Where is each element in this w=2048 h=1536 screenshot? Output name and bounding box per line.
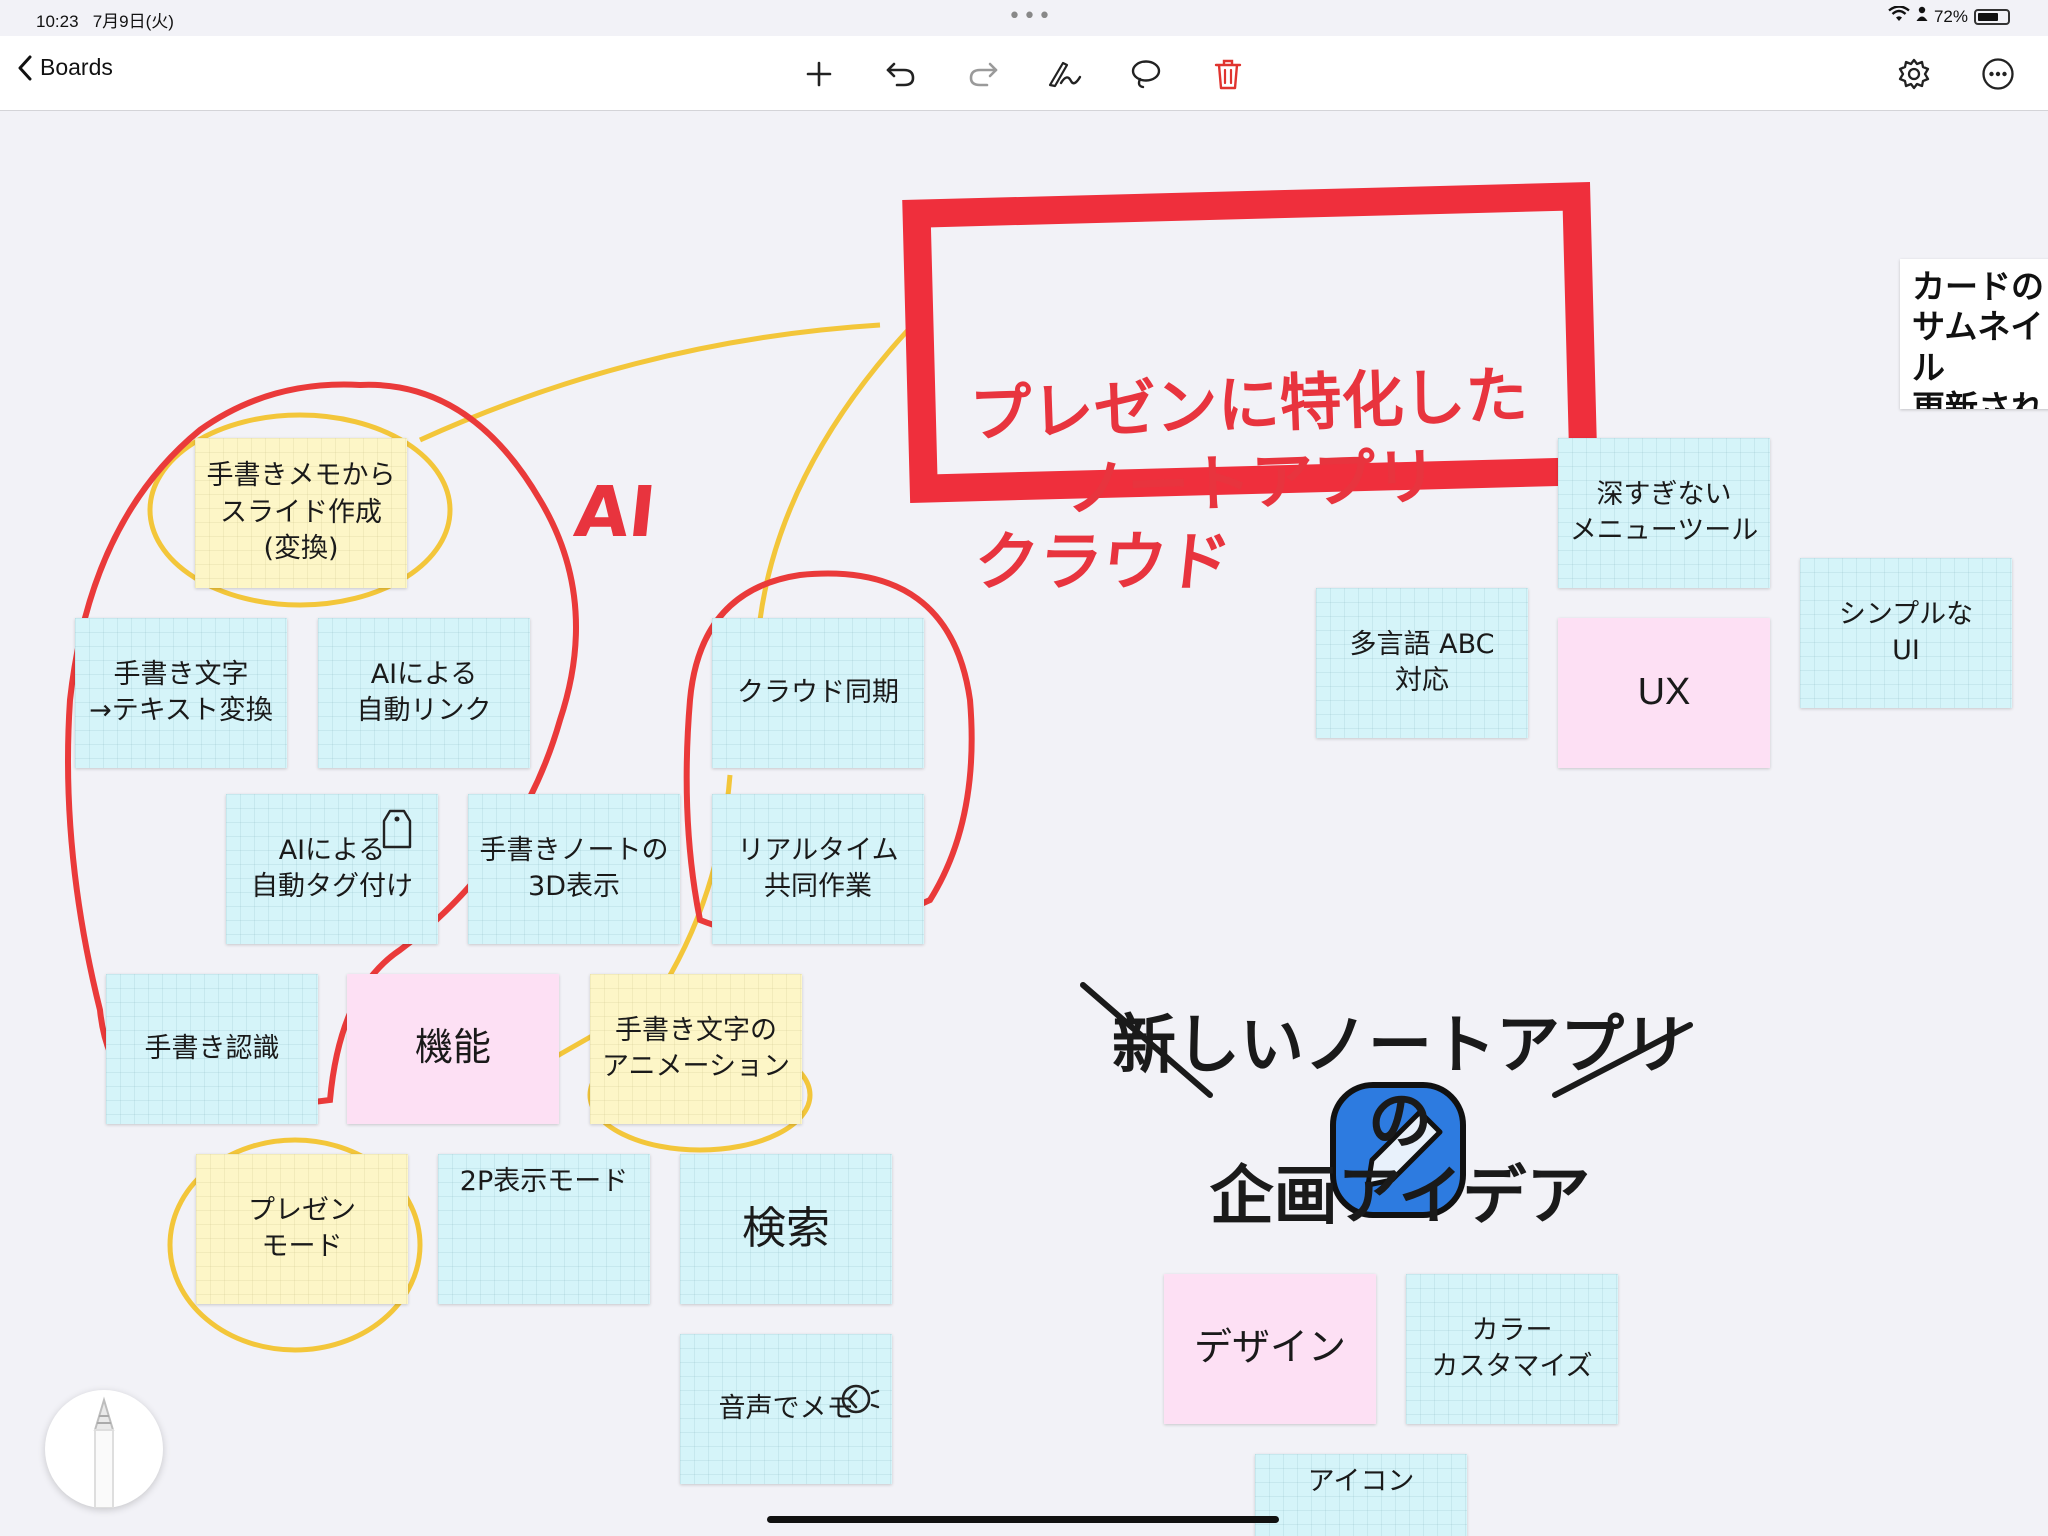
undo-icon — [886, 62, 915, 87]
sticky-note[interactable]: デザイン — [1164, 1274, 1376, 1424]
sticky-note[interactable]: 手書き文字 →テキスト変換 — [75, 618, 287, 768]
redo-button[interactable] — [961, 52, 1005, 96]
lasso-button[interactable] — [1124, 52, 1168, 96]
undo-button[interactable] — [879, 52, 923, 96]
side-note-card[interactable]: カードの サムネイル 更新され — [1900, 259, 2048, 409]
sticky-note[interactable]: 手書きノートの 3D表示 — [468, 794, 680, 944]
pencil-icon — [93, 1396, 115, 1509]
tag-icon — [382, 809, 412, 849]
battery-percent: 72% — [1933, 6, 1968, 26]
status-right: 72% — [1888, 5, 2010, 27]
settings-button[interactable] — [1892, 52, 1936, 96]
wifi-icon — [1888, 5, 1910, 27]
pen-icon — [1048, 61, 1082, 88]
sticky-note[interactable]: 検索 — [680, 1154, 892, 1304]
pencil-palette-button[interactable] — [45, 1390, 163, 1509]
trash-icon — [1214, 59, 1242, 90]
sticky-note[interactable]: カラー カスタマイズ — [1406, 1274, 1618, 1424]
delete-button[interactable] — [1206, 52, 1250, 96]
board-heading: 新しいノートアプリの 企画アイデア — [1112, 1009, 1688, 1235]
sticky-note[interactable]: AIによる 自動リンク — [318, 618, 530, 768]
chevron-left-icon — [18, 55, 32, 80]
sticky-note[interactable]: 深すぎない メニューツール — [1558, 438, 1770, 588]
sticky-note[interactable]: シンプルな UI — [1800, 558, 2012, 708]
home-indicator[interactable] — [767, 1516, 1279, 1523]
sticky-note[interactable]: 手書きメモから スライド作成 (変換) — [195, 438, 407, 588]
gear-icon — [1898, 58, 1930, 90]
person-icon — [1916, 6, 1928, 27]
board-canvas[interactable]: プレゼンに特化した ノートアプリ AI クラウド 新しいノートアプリの 企画アイ… — [0, 111, 2048, 1536]
label-cloud: クラウド — [970, 526, 1235, 600]
redo-icon — [969, 62, 998, 87]
sticky-note[interactable]: リアルタイム 共同作業 — [712, 794, 924, 944]
toolbar: Boards — [0, 36, 2048, 111]
more-button[interactable] — [1976, 52, 2020, 96]
ink-yellow-line-ai — [418, 322, 881, 443]
multitasking-dots[interactable]: ••• — [1008, 4, 1053, 29]
sticky-note[interactable]: プレゼン モード — [196, 1154, 408, 1304]
sticky-note[interactable]: 機能 — [347, 974, 559, 1124]
sticky-note[interactable]: クラウド同期 — [712, 618, 924, 768]
lasso-icon — [1131, 60, 1161, 89]
status-time: 10:23 7月9日(火) — [36, 12, 174, 31]
sticky-note[interactable]: 手書き文字の アニメーション — [590, 974, 802, 1124]
voice-icon — [841, 1384, 880, 1414]
title-box-text: プレゼンに特化した ノートアプリ — [968, 358, 1529, 525]
battery-level — [1978, 12, 1998, 21]
sticky-note[interactable]: UX — [1558, 618, 1770, 768]
sticky-note[interactable]: 2P表示モード — [438, 1154, 650, 1304]
back-label: Boards — [40, 54, 113, 80]
label-ai: AI — [570, 471, 660, 553]
sticky-note[interactable]: 手書き認識 — [106, 974, 318, 1124]
sticky-note[interactable]: 多言語 ABC 対応 — [1316, 588, 1528, 738]
sticky-note[interactable]: アイコン — [1255, 1454, 1467, 1536]
pen-tool-button[interactable] — [1043, 52, 1087, 96]
back-button[interactable]: Boards — [18, 54, 113, 81]
add-button[interactable] — [797, 52, 841, 96]
plus-icon — [806, 61, 832, 87]
more-icon — [1982, 58, 2014, 90]
status-bar: 10:23 7月9日(火) ••• 72% — [0, 0, 2048, 36]
battery-icon — [1974, 8, 2010, 25]
